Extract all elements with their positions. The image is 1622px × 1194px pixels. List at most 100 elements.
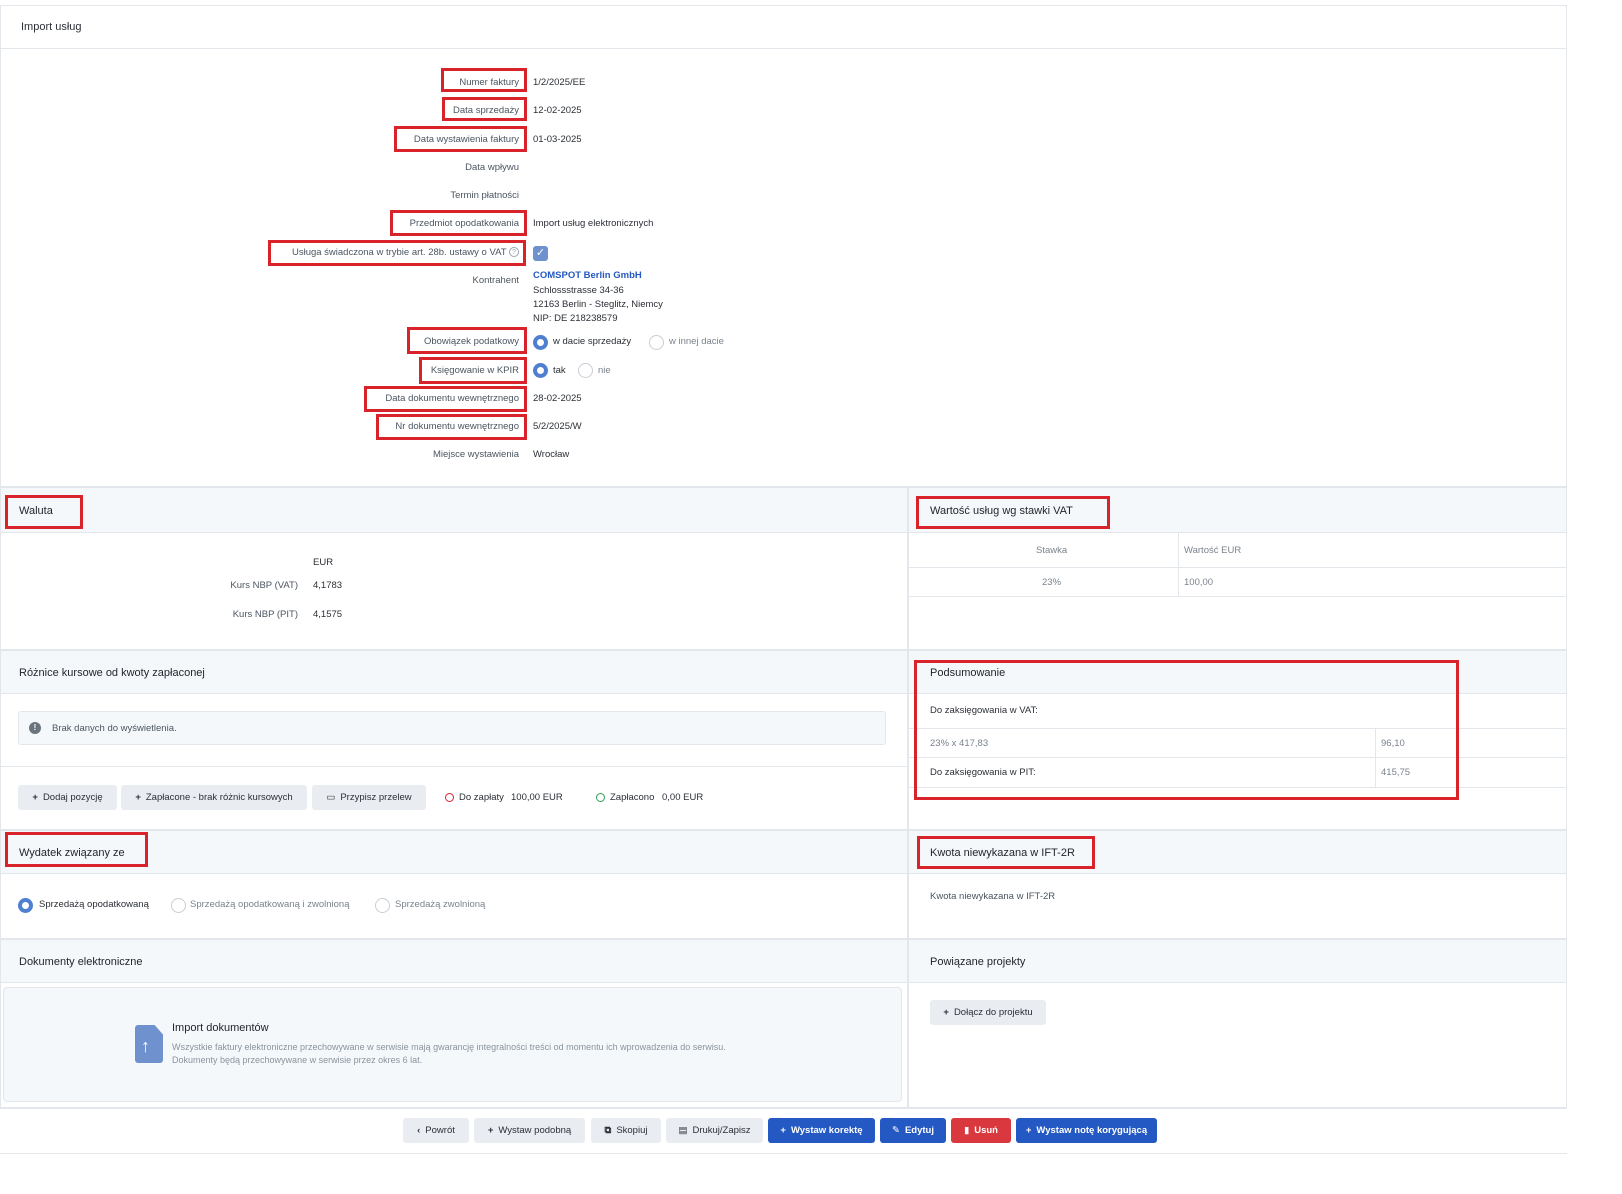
import-dropzone[interactable]: ↑ Import dokumentów Wszystkie faktury el… xyxy=(3,987,902,1102)
zaplacono-value: 0,00 EUR xyxy=(662,792,704,803)
plus-icon: + xyxy=(943,1007,949,1018)
roznice-header: Różnice kursowe od kwoty zapłaconej xyxy=(1,651,907,694)
usun-button[interactable]: ▮ Usuń xyxy=(951,1118,1011,1143)
file-upload-icon: ↑ xyxy=(135,1025,163,1063)
copy-icon: ⧉ xyxy=(604,1125,612,1136)
col-stawka-header: Stawka xyxy=(1036,545,1068,556)
page-header: Import usług xyxy=(1,6,1566,49)
data-wystawienia-value: 01-03-2025 xyxy=(533,134,582,145)
kpir-option-tak: tak xyxy=(553,365,566,376)
nr-dok-wewn-value: 5/2/2025/W xyxy=(533,421,582,432)
highlight-waluta xyxy=(5,495,83,529)
kontrahent-name-link[interactable]: COMSPOT Berlin GmbH xyxy=(533,270,642,281)
plus-icon: + xyxy=(780,1125,786,1136)
wydatek-option-zwolniona: Sprzedażą zwolnioną xyxy=(395,899,486,910)
wystaw-podobna-button[interactable]: + Wystaw podobną xyxy=(474,1118,585,1143)
dodaj-pozycje-button[interactable]: + Dodaj pozycję xyxy=(18,785,117,810)
waluta-panel: Waluta xyxy=(0,487,908,650)
highlight-kwota xyxy=(917,836,1095,869)
invoice-details-panel: Import usług xyxy=(0,5,1567,487)
wydatek-option-opodatkowana: Sprzedażą opodatkowaną xyxy=(39,899,149,910)
kontrahent-city: 12163 Berlin - Steglitz, Niemcy xyxy=(533,299,663,310)
wystaw-note-button[interactable]: + Wystaw notę korygującą xyxy=(1016,1118,1157,1143)
zaplacono-status-icon xyxy=(596,793,605,802)
przedmiot-value: Import usług elektronicznych xyxy=(533,218,654,229)
wydatek-radio-zwolniona[interactable] xyxy=(375,898,390,913)
kpir-label: Księgowanie w KPIR xyxy=(430,365,519,376)
plus-icon: + xyxy=(487,1125,494,1136)
kpir-radio-tak[interactable] xyxy=(533,363,548,378)
nr-dok-wewn-label: Nr dokumentu wewnętrznego xyxy=(395,421,519,432)
miejsce-value: Wrocław xyxy=(533,449,570,460)
import-title: Import dokumentów xyxy=(172,1022,269,1034)
import-line1: Wszystkie faktury elektroniczne przechow… xyxy=(172,1042,726,1052)
data-dok-wewn-value: 28-02-2025 xyxy=(533,393,582,404)
do-zaplaty-value: 100,00 EUR xyxy=(511,792,563,803)
info-icon: ! xyxy=(29,722,41,734)
drukuj-button[interactable]: ▤ Drukuj/Zapisz xyxy=(666,1118,763,1143)
data-wplywu-label: Data wpływu xyxy=(465,162,519,173)
currency-code: EUR xyxy=(313,557,334,568)
zaplacono-label: Zapłacono xyxy=(610,792,655,803)
miejsce-label: Miejsce wystawienia xyxy=(432,449,519,460)
data-dok-wewn-label: Data dokumentu wewnętrznego xyxy=(385,393,519,404)
data-sprzedazy-value: 12-02-2025 xyxy=(533,105,582,116)
kontrahent-label: Kontrahent xyxy=(472,275,519,286)
card-icon: ▭ xyxy=(326,792,336,803)
kontrahent-nip: NIP: DE 218238579 xyxy=(533,313,618,324)
help-icon[interactable]: ? xyxy=(509,247,519,258)
usluga-28b-label-text: Usługa świadczona w trybie art. 28b. ust… xyxy=(291,247,507,258)
termin-platnosci-label: Termin płatności xyxy=(450,190,519,201)
skopiuj-button[interactable]: ⧉ Skopiuj xyxy=(591,1118,661,1143)
dokumenty-title: Dokumenty elektroniczne xyxy=(19,956,143,968)
obowiazek-option-sprzedaz: w dacie sprzedaży xyxy=(553,336,632,347)
do-zaplaty-label: Do zapłaty xyxy=(459,792,504,803)
highlight-wydatek xyxy=(5,832,148,867)
kontrahent-street: Schlossstrasse 34-36 xyxy=(533,285,624,296)
import-line2: Dokumenty będą przechowywane w serwisie … xyxy=(172,1055,423,1065)
wydatek-radio-mieszana[interactable] xyxy=(171,898,186,913)
kurs-pit-value: 4,1575 xyxy=(313,609,343,620)
kpir-option-nie: nie xyxy=(598,365,611,376)
table-row-wartosc: 100,00 xyxy=(1184,577,1214,588)
edytuj-button[interactable]: ✎ Edytuj xyxy=(880,1118,946,1143)
przypisz-przelew-button[interactable]: ▭ Przypisz przelew xyxy=(312,785,426,810)
page-title: Import usług xyxy=(21,21,82,33)
do-zaplaty-status-icon xyxy=(445,793,454,802)
obowiazek-radio-inna[interactable] xyxy=(649,335,664,350)
col-wartosc-header: Wartość EUR xyxy=(1184,545,1242,556)
obowiazek-label: Obowiązek podatkowy xyxy=(423,336,519,347)
empty-state-text: Brak danych do wyświetlenia. xyxy=(52,723,177,734)
chevron-left-icon: ‹ xyxy=(417,1125,421,1136)
highlight-podsumowanie xyxy=(914,660,1459,800)
data-sprzedazy-label: Data sprzedaży xyxy=(452,105,519,116)
plus-icon: + xyxy=(32,792,38,803)
kurs-vat-label: Kurs NBP (VAT) xyxy=(230,580,298,591)
wystaw-korekte-button[interactable]: + Wystaw korektę xyxy=(768,1118,875,1143)
kurs-vat-value: 4,1783 xyxy=(313,580,343,591)
dolacz-do-projektu-button[interactable]: + Dołącz do projektu xyxy=(930,1000,1046,1025)
numer-faktury-label: Numer faktury xyxy=(459,77,519,88)
usluga-28b-label: Usługa świadczona w trybie art. 28b. ust… xyxy=(292,247,519,258)
projekty-title: Powiązane projekty xyxy=(930,956,1026,968)
zaplacone-button[interactable]: + Zapłacone - brak różnic kursowych xyxy=(121,785,307,810)
usluga-28b-checkbox[interactable]: ✓ xyxy=(533,246,548,261)
kurs-pit-label: Kurs NBP (PIT) xyxy=(232,609,298,620)
projekty-header: Powiązane projekty xyxy=(909,940,1566,983)
edit-icon: ✎ xyxy=(892,1125,900,1136)
wydatek-option-mieszana: Sprzedażą opodatkowaną i zwolnioną xyxy=(190,899,350,910)
kpir-radio-nie[interactable] xyxy=(578,363,593,378)
plus-icon: + xyxy=(135,792,141,803)
plus-icon: + xyxy=(1025,1125,1032,1136)
powrot-button[interactable]: ‹ Powrót xyxy=(403,1118,469,1143)
kwota-label: Kwota niewykazana w IFT-2R xyxy=(930,891,1056,902)
highlight-wartosc xyxy=(916,496,1110,529)
obowiazek-radio-sprzedaz[interactable] xyxy=(533,335,548,350)
numer-faktury-value: 1/2/2025/EE xyxy=(533,77,586,88)
przedmiot-label: Przedmiot opodatkowania xyxy=(409,218,519,229)
waluta-header: Waluta xyxy=(1,488,907,533)
print-icon: ▤ xyxy=(678,1125,688,1136)
data-wystawienia-label: Data wystawienia faktury xyxy=(413,134,519,145)
dokumenty-header: Dokumenty elektroniczne xyxy=(1,940,907,983)
wydatek-radio-opodatkowana[interactable] xyxy=(18,898,33,913)
